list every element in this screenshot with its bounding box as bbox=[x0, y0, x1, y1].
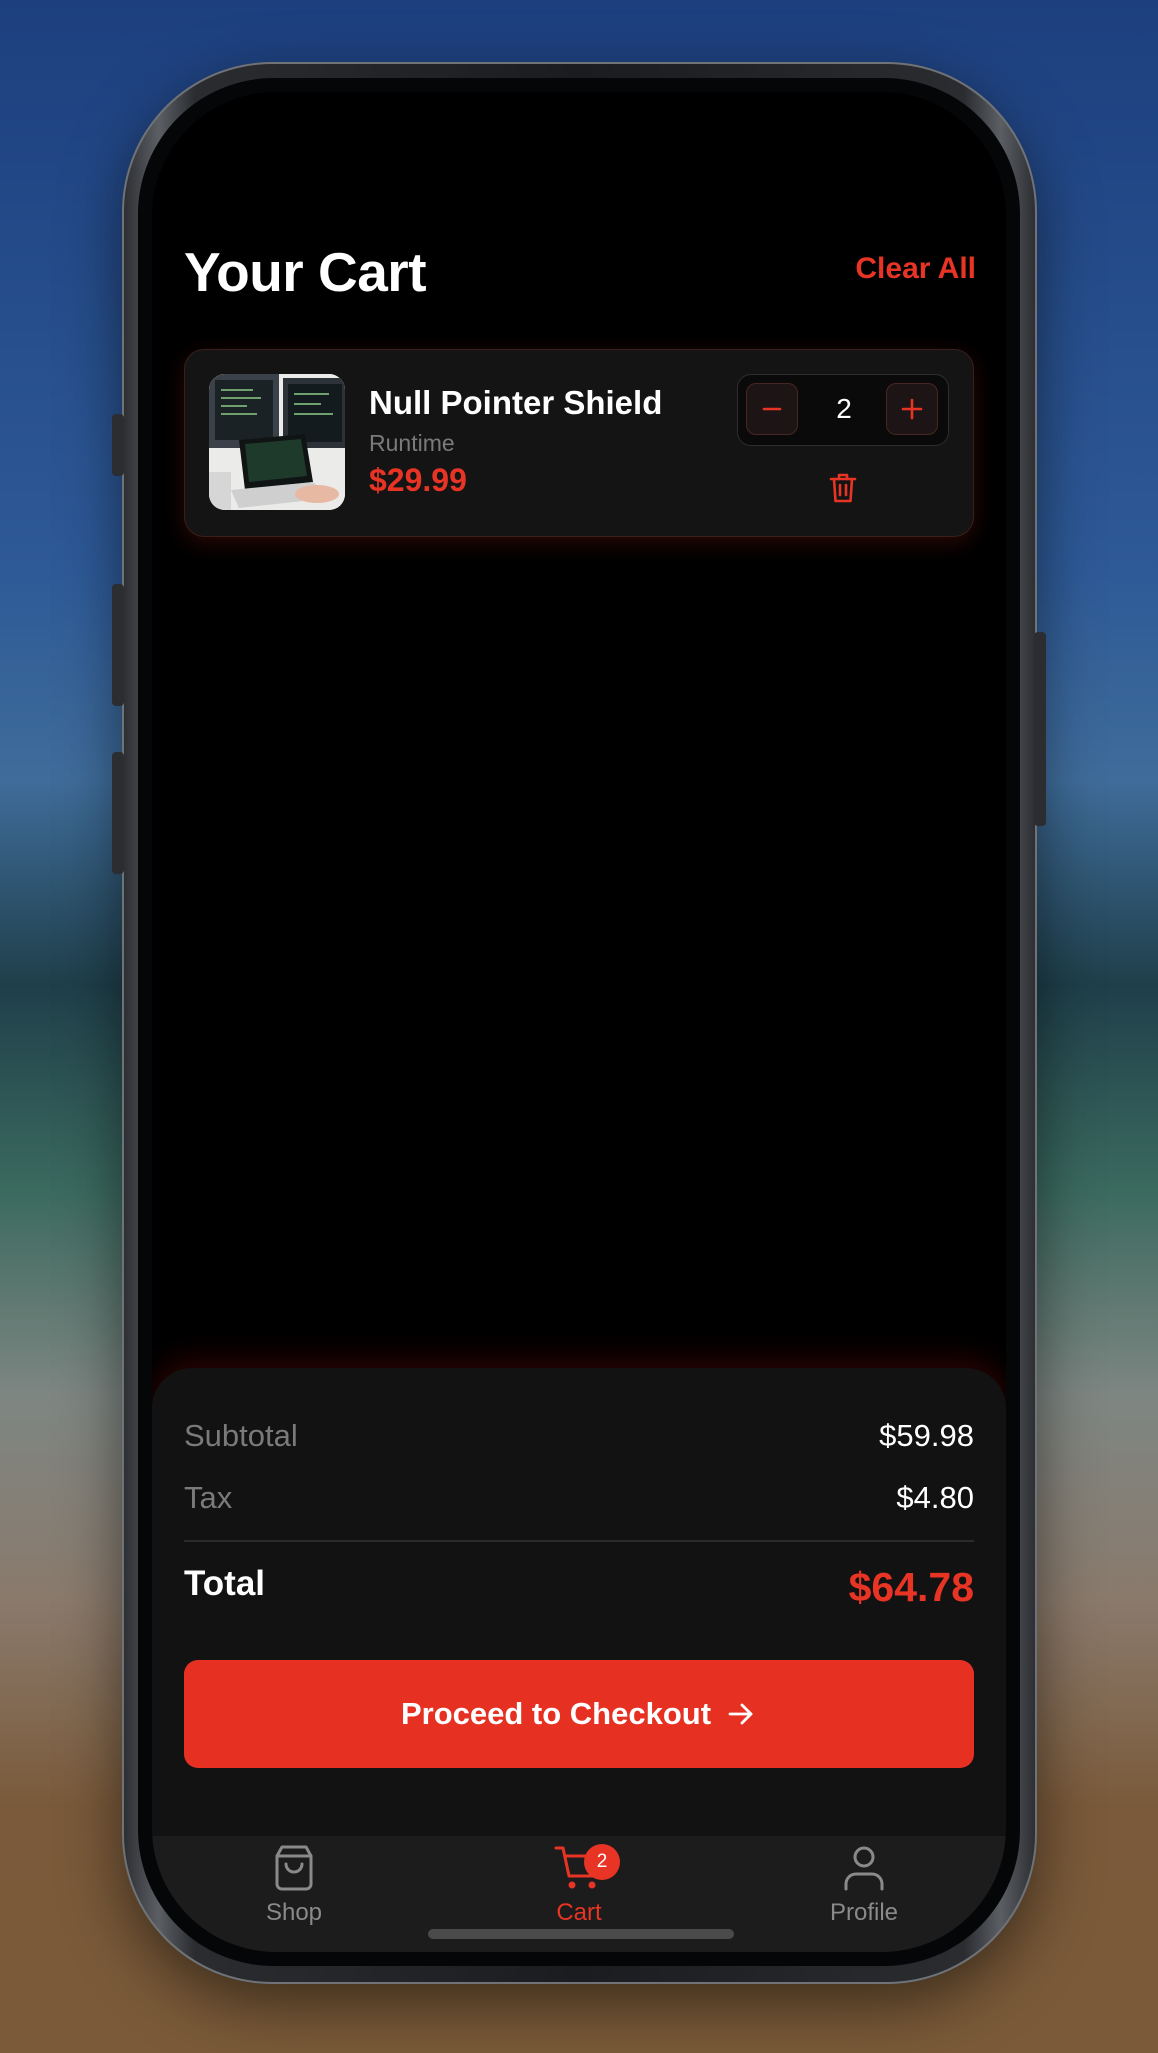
minus-icon bbox=[762, 407, 782, 411]
remove-item-button[interactable] bbox=[825, 470, 861, 506]
summary-divider bbox=[184, 1540, 974, 1542]
user-icon bbox=[844, 1846, 884, 1891]
cart-count-badge: 2 bbox=[584, 1844, 620, 1880]
tax-value: $4.80 bbox=[896, 1480, 974, 1515]
increase-quantity-button[interactable] bbox=[886, 383, 938, 435]
trash-icon bbox=[829, 473, 857, 503]
product-price: $29.99 bbox=[369, 462, 467, 498]
arrow-right-icon bbox=[728, 1703, 753, 1725]
volume-up-button bbox=[112, 584, 124, 706]
product-category: Runtime bbox=[369, 430, 455, 456]
power-button bbox=[1034, 632, 1046, 826]
proceed-to-checkout-button[interactable]: Proceed to Checkout bbox=[184, 1660, 974, 1768]
quantity-stepper: 2 bbox=[737, 374, 949, 446]
tax-label: Tax bbox=[184, 1480, 233, 1515]
action-button bbox=[112, 414, 124, 476]
cart-item-card: Null Pointer Shield Runtime $29.99 2 bbox=[184, 349, 974, 537]
checkout-button-label: Proceed to Checkout bbox=[400, 1696, 712, 1731]
tab-profile-label: Profile bbox=[829, 1899, 899, 1926]
tab-shop-label: Shop bbox=[265, 1899, 323, 1926]
app-screen: Your Cart Clear All Null Pointer Shield … bbox=[152, 92, 1006, 1952]
quantity-value: 2 bbox=[836, 393, 852, 424]
shopping-bag-icon bbox=[275, 1845, 313, 1891]
tab-cart[interactable]: Cart bbox=[509, 1844, 649, 1927]
subtotal-value: $59.98 bbox=[879, 1418, 974, 1453]
total-label: Total bbox=[184, 1564, 266, 1603]
tab-cart-label: Cart bbox=[556, 1899, 602, 1926]
volume-down-button bbox=[112, 752, 124, 874]
plus-icon bbox=[901, 398, 923, 420]
tab-profile[interactable]: Profile bbox=[794, 1844, 934, 1927]
subtotal-label: Subtotal bbox=[184, 1418, 298, 1453]
product-image bbox=[209, 374, 345, 510]
decrease-quantity-button[interactable] bbox=[746, 383, 798, 435]
clear-all-button[interactable]: Clear All bbox=[855, 252, 976, 286]
home-indicator[interactable] bbox=[428, 1929, 734, 1939]
page-title: Your Cart bbox=[184, 241, 427, 303]
total-value: $64.78 bbox=[848, 1564, 974, 1610]
tab-shop[interactable]: Shop bbox=[224, 1844, 364, 1927]
product-name: Null Pointer Shield bbox=[369, 384, 663, 421]
